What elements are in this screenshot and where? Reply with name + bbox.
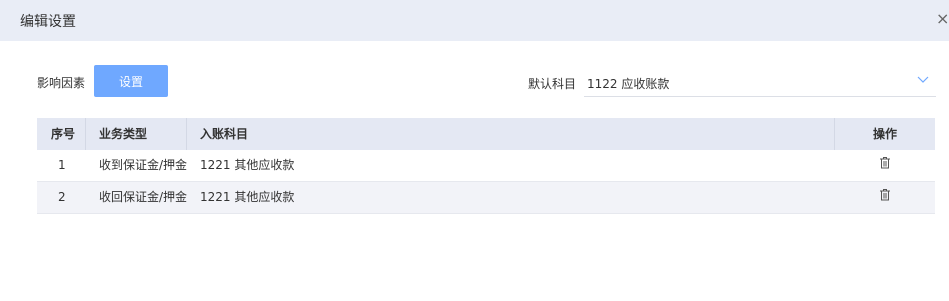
dialog-title: 编辑设置 [20, 14, 76, 30]
chevron-down-icon[interactable] [917, 73, 929, 85]
trash-icon[interactable] [879, 188, 891, 201]
trash-icon[interactable] [879, 156, 891, 169]
row-index: 1 [58, 158, 66, 172]
row-entry-subject: 1221 其他应收款 [200, 190, 295, 204]
table-row: 1 收到保证金/押金 1221 其他应收款 [37, 150, 935, 182]
header-entry-subject: 入账科目 [200, 127, 249, 141]
header-actions: 操作 [873, 127, 898, 141]
default-subject-label: 默认科目 [528, 77, 577, 91]
row-entry-subject: 1221 其他应收款 [200, 158, 295, 172]
table-header: 序号 业务类型 入账科目 操作 [37, 118, 935, 150]
row-business-type: 收到保证金/押金 [99, 158, 187, 172]
table-row: 2 收回保证金/押金 1221 其他应收款 [37, 182, 935, 214]
row-index: 2 [58, 190, 66, 204]
column-divider [85, 118, 86, 150]
header-index: 序号 [51, 127, 76, 141]
subject-table: 序号 业务类型 入账科目 操作 1 收到保证金/押金 1221 其他应收款 2 … [37, 118, 935, 214]
default-subject-select[interactable]: 1122 应收账款 [584, 68, 936, 97]
factor-label: 影响因素 [37, 76, 86, 90]
default-subject-value: 1122 应收账款 [587, 77, 670, 91]
column-divider [186, 118, 187, 150]
close-icon[interactable]: × [936, 9, 949, 29]
row-business-type: 收回保证金/押金 [99, 190, 187, 204]
header-business-type: 业务类型 [99, 127, 148, 141]
column-divider [834, 118, 835, 150]
set-button[interactable]: 设置 [94, 65, 168, 97]
dialog-header: 编辑设置 × [0, 0, 949, 41]
